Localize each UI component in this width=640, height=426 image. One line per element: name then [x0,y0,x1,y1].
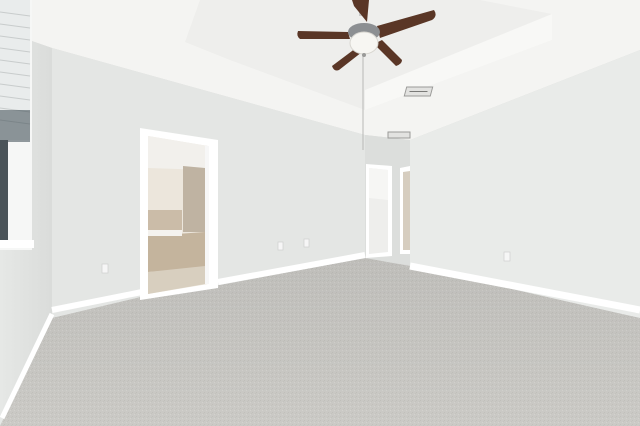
hallway-doorway[interactable] [366,164,410,258]
outlet-icon [277,241,284,251]
air-vent-icon [387,131,411,139]
bathroom-doorway[interactable] [140,128,218,300]
outlet-icon [303,238,310,248]
outlet-icon [101,263,109,274]
bedroom-photo [0,0,640,426]
window [0,0,34,250]
air-vent-icon [403,86,434,97]
outlet-icon [503,251,511,262]
room-illustration [0,0,640,426]
